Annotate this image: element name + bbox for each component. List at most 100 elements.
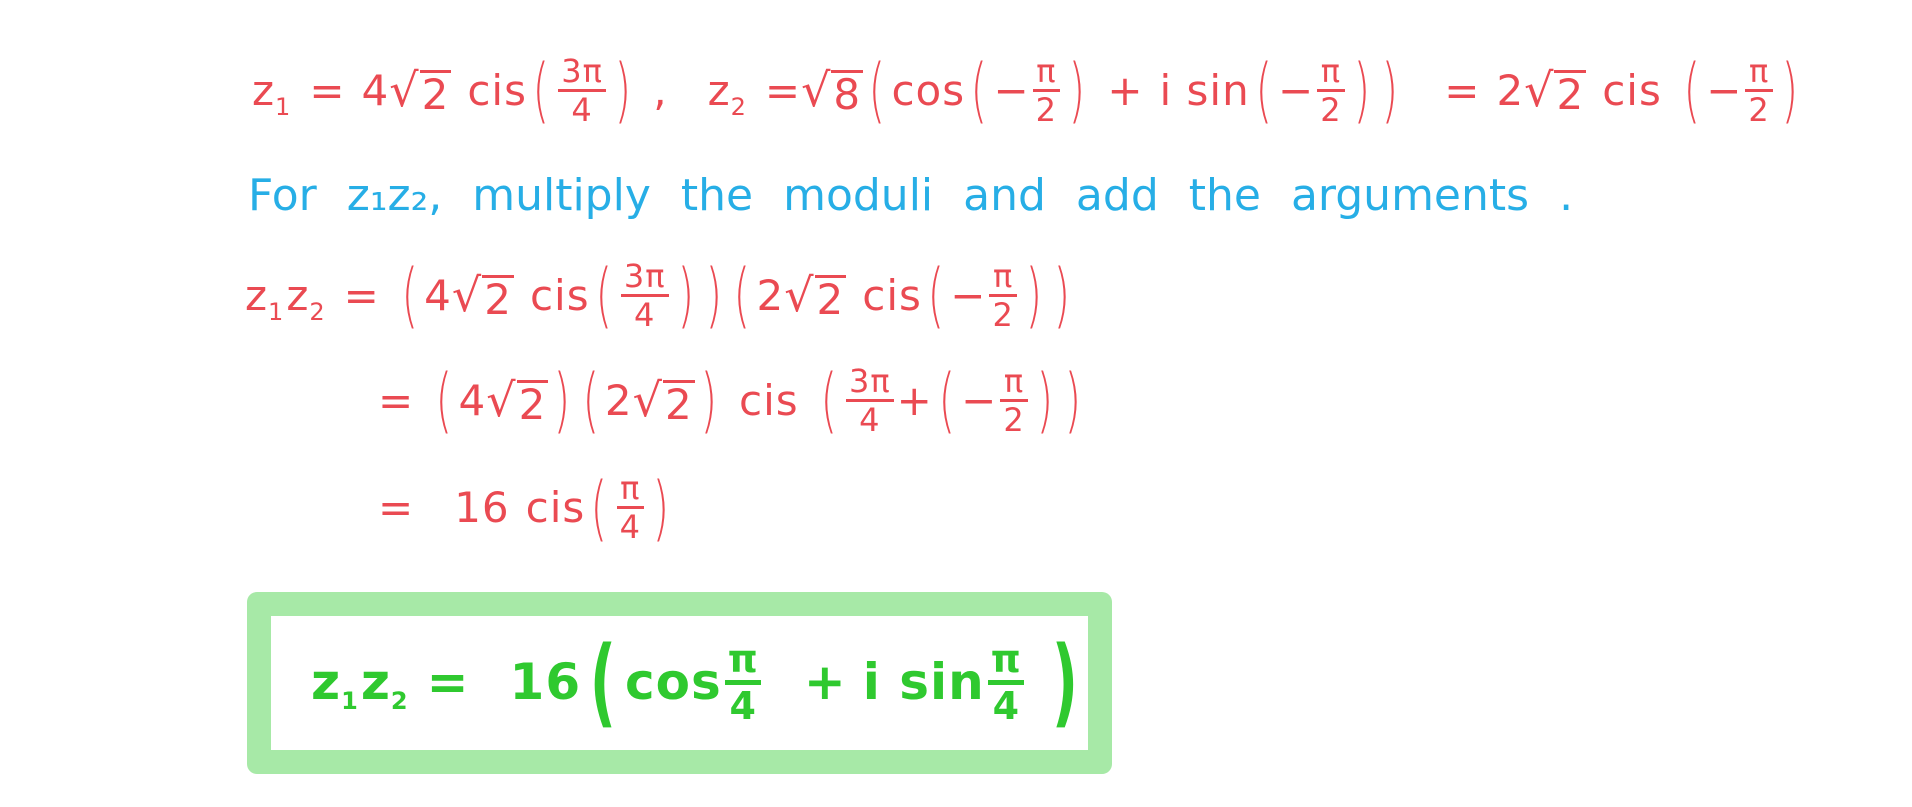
close-paren: ) [705,254,723,336]
product-label: z1z2 [311,653,409,715]
open-paren: ( [733,254,751,336]
result-argument-fraction: π4 [616,472,644,543]
sqrt-symbol: √ 2 [451,268,514,324]
comma: , [653,65,668,115]
sqrt-symbol: √ 2 [784,268,847,324]
explanation-text: For z₁z₂, multiply the moduli and add th… [248,155,1603,235]
explanation-word: add [1075,169,1159,221]
open-paren: ( [435,359,453,441]
answer-modulus: 16 [509,653,582,711]
z2-polar-coefficient: 2 [1496,65,1525,115]
equals-sign: = [426,653,470,711]
minus-sign: − [961,375,998,425]
z2-modulus-coefficient: 2 [604,375,633,425]
argument1-fraction: 3π 4 [845,365,894,436]
plus-sign: + [803,653,847,711]
plus-sign: + [1107,65,1144,115]
sqrt-symbol: √ 2 [389,63,452,119]
equals-sign: = [378,483,415,532]
open-paren: ( [401,254,419,336]
cos-argument-fraction: π4 [724,640,761,725]
open-paren: ( [1683,49,1701,131]
close-paren: ) [1051,626,1078,738]
cos-function: cos [891,65,966,115]
explanation-word: z₁z₂, [346,169,443,221]
open-paren: ( [1255,49,1273,131]
close-paren: ) [553,359,571,441]
open-paren: ( [532,49,550,131]
sqrt-symbol: √ 2 [486,373,549,429]
open-paren: ( [595,254,613,336]
explanation-word: moduli [783,169,934,221]
close-paren: ) [1025,254,1043,336]
explanation-word: multiply [472,169,651,221]
open-paren: ( [590,466,608,549]
cos-function: cos [625,653,722,711]
sqrt-symbol: √ 8 [801,63,864,119]
plus-sign: + [896,375,933,425]
equals-sign: = [378,375,415,425]
close-paren: ) [1064,359,1082,441]
given-values-line: z1 = 4 √ 2 cis ( 3π 4 ) , z2 = √ 8 ( cos ( … [252,40,1804,140]
close-paren: ) [614,49,632,131]
close-paren: ) [700,359,718,441]
sin-argument-fraction: π4 [987,640,1024,725]
explanation-word: the [680,169,754,221]
argument2-fraction: π2 [1000,365,1028,436]
equals-sign: = [1444,65,1481,115]
open-paren: ( [589,626,617,738]
minus-sign: − [993,65,1030,115]
cis-function: cis [862,270,922,320]
sqrt-symbol: √ 2 [1524,63,1587,119]
equals-sign: = [764,65,802,115]
close-paren: ) [1353,49,1371,131]
cis-function: cis [525,483,586,532]
cis-function: cis [739,375,799,425]
z2-cos-argument-fraction: π2 [1032,55,1061,126]
final-answer: z1z2 = 16 ( cos π4 + i sin π4 ) [311,622,1087,742]
z2-polar-argument-fraction: π2 [1745,55,1773,126]
open-paren: ( [927,254,945,336]
product-label: z1z2 [245,270,326,326]
open-paren: ( [938,359,956,441]
working-step-2: = ( 4 √ 2 ) ( 2 √ 2 ) cis ( 3π 4 + ( − π2 )… [378,350,1087,450]
cis-function: cis [467,65,527,115]
equals-sign: = [343,270,380,320]
explanation-word: arguments [1290,169,1530,221]
z1-argument-fraction: 3π 4 [558,55,606,126]
cis-function: cis [1602,65,1662,115]
cis-function: cis [529,270,590,320]
explanation-word: and [963,169,1046,221]
sqrt-symbol: √ 2 [632,373,695,429]
close-paren: ) [1068,49,1086,131]
z2-coefficient: 2 [756,270,785,320]
minus-sign: − [950,270,987,320]
z1-label: z1 [252,65,292,121]
z1-coefficient: 4 [424,270,452,320]
equals-sign: = [309,65,346,115]
z2-sin-argument-fraction: π2 [1317,55,1345,126]
close-paren: ) [677,254,695,336]
working-step-1: z1z2 = ( 4 √ 2 cis ( 3π 4 ) ) ( 2 √ 2 cis (… [245,245,1076,345]
working-step-3: = 16 cis ( π4 ) [378,460,675,555]
final-answer-box: z1z2 = 16 ( cos π4 + i sin π4 ) [247,592,1112,774]
open-paren: ( [820,359,838,441]
z2-label: z2 [707,65,747,121]
close-paren: ) [1381,49,1399,131]
z1-argument-fraction: 3π 4 [620,260,669,331]
z1-coefficient: 4 [361,65,390,115]
close-paren: ) [652,466,670,549]
minus-sign: − [1706,65,1743,115]
explanation-word: the [1188,169,1261,221]
close-paren: ) [1036,359,1054,441]
result-modulus: 16 [454,483,510,532]
i-sin-function: i sin [862,653,985,711]
open-paren: ( [868,49,886,131]
open-paren: ( [970,49,988,131]
close-paren: ) [1053,254,1071,336]
i-sin-function: i sin [1159,65,1250,115]
z1-modulus-coefficient: 4 [458,375,487,425]
close-paren: ) [1781,49,1799,131]
explanation-word: For [248,169,317,221]
explanation-word: . [1559,169,1574,221]
